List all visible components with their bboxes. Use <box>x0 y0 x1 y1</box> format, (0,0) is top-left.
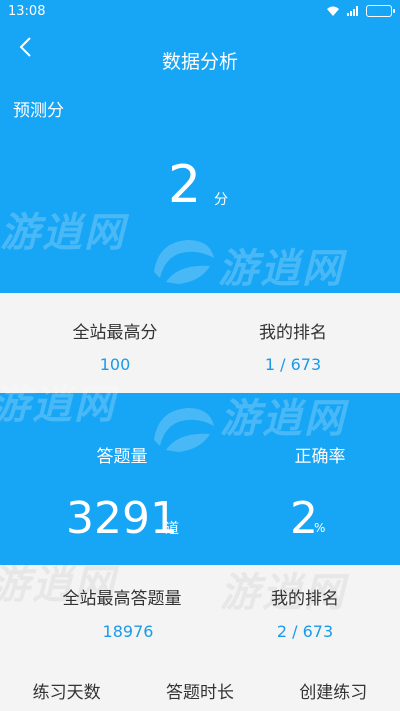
status-bar: 13:08 <box>0 0 400 24</box>
tab-create-practice[interactable]: 创建练习 <box>267 678 400 703</box>
predicted-score-unit: 分 <box>214 192 228 208</box>
my-answer-rank-value: 2 / 673 <box>276 622 334 641</box>
accuracy-value: 2 <box>290 493 318 544</box>
predicted-score-label: 预测分 <box>13 101 64 121</box>
wifi-icon <box>327 6 339 16</box>
site-highest-score-label: 全站最高分 <box>72 323 158 343</box>
tab-practice-days[interactable]: 练习天数 <box>0 678 133 703</box>
answer-count-unit: 道 <box>165 521 179 537</box>
answer-count-label: 答题量 <box>96 447 148 467</box>
status-time: 13:08 <box>8 4 46 19</box>
signal-icon <box>347 6 358 16</box>
accuracy-label: 正确率 <box>294 447 346 467</box>
site-highest-answers-label: 全站最高答题量 <box>62 589 182 609</box>
bottom-tabs: 练习天数 答题时长 创建练习 <box>0 678 400 703</box>
status-icons <box>326 5 395 17</box>
my-answer-rank-label: 我的排名 <box>271 589 339 609</box>
page-title: 数据分析 <box>161 51 238 73</box>
my-rank-value: 1 / 673 <box>264 355 322 374</box>
predicted-score-value: 2 <box>168 155 202 215</box>
tab-answer-duration[interactable]: 答题时长 <box>133 678 266 703</box>
my-rank-label: 我的排名 <box>259 323 327 343</box>
site-highest-answers-value: 18976 <box>102 622 154 641</box>
site-highest-score-value: 100 <box>99 355 131 374</box>
top-stats-panel <box>0 293 400 393</box>
watermark-logo-icon <box>154 240 214 284</box>
battery-icon <box>366 5 395 17</box>
accuracy-unit: % <box>314 521 326 535</box>
answer-count-value: 3291 <box>66 493 178 544</box>
